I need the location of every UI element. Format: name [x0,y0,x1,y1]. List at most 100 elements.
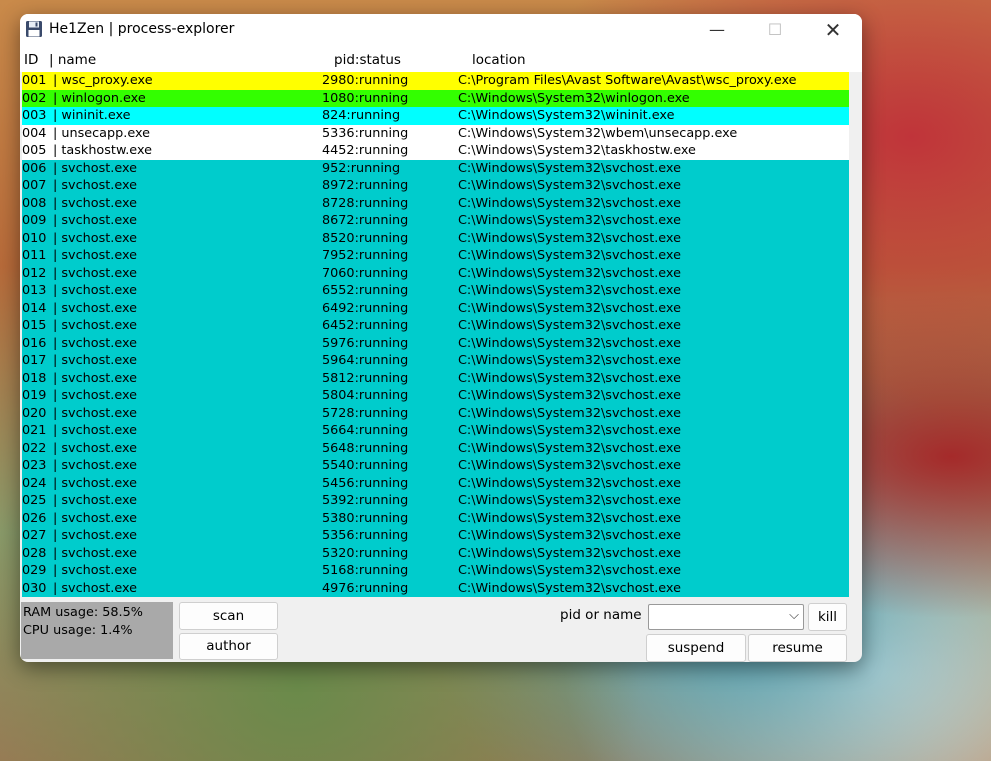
process-location: C:\Windows\System32\svchost.exe [458,563,681,578]
process-id: 017 [22,353,47,368]
process-id: 030 [22,580,47,596]
process-id: 028 [22,545,47,561]
process-row[interactable]: 029 | svchost.exe 5168:running C:\Windows\S… [22,562,849,580]
process-row[interactable]: 028 | svchost.exe 5320:running C:\Windows\S… [22,544,849,562]
process-id: 013 [22,283,47,298]
process-pid-status: 5976:running [322,335,409,351]
process-name: | svchost.exe [53,563,138,578]
process-name: | svchost.exe [53,230,138,246]
minimize-button[interactable]: — [688,14,746,46]
process-row[interactable]: 001 | wsc_proxy.exe 2980:running C:\Program… [22,72,849,90]
process-id: 027 [22,528,47,543]
process-row[interactable]: 012 | svchost.exe 7060:running C:\Windows\S… [22,264,849,282]
process-location: C:\Windows\System32\svchost.exe [458,493,681,508]
process-row[interactable]: 007 | svchost.exe 8972:running C:\Windows\S… [22,177,849,195]
column-pid-status-header: pid:status [334,52,401,68]
process-location: C:\Windows\System32\svchost.exe [458,510,681,526]
process-row[interactable]: 021 | svchost.exe 5664:running C:\Windows\S… [22,422,849,440]
title-bar[interactable]: He1Zen | process-explorer — ☐ ✕ [20,14,862,46]
process-row[interactable]: 024 | svchost.exe 5456:running C:\Windows\S… [22,474,849,492]
process-id: 025 [22,493,47,508]
process-row[interactable]: 005 | taskhostw.exe 4452:running C:\Windows… [22,142,849,160]
process-location: C:\Windows\System32\wbem\unsecapp.exe [458,125,738,141]
process-pid-status: 1080:running [322,90,409,106]
process-name: | svchost.exe [53,195,138,211]
process-id: 006 [22,160,47,176]
process-name: | svchost.exe [53,405,138,421]
process-row[interactable]: 004 | unsecapp.exe 5336:running C:\Windows\… [22,124,849,142]
process-row[interactable]: 026 | svchost.exe 5380:running C:\Windows\S… [22,509,849,527]
process-location: C:\Windows\System32\svchost.exe [458,388,681,403]
floppy-disk-icon [26,21,42,37]
process-location: C:\Windows\System32\svchost.exe [458,300,681,316]
process-id: 024 [22,475,47,491]
process-row[interactable]: 006 | svchost.exe 952:running C:\Windows\Sy… [22,159,849,177]
process-id: 010 [22,230,47,246]
process-pid-status: 5648:running [322,440,409,456]
process-pid-status: 6492:running [322,300,409,316]
process-row[interactable]: 002 | winlogon.exe 1080:running C:\Windows\… [22,89,849,107]
author-button[interactable]: author [179,633,278,660]
process-location: C:\Windows\System32\svchost.exe [458,370,681,386]
process-name: | svchost.exe [53,265,138,281]
close-button[interactable]: ✕ [804,14,862,46]
process-name: | svchost.exe [53,353,138,368]
process-id: 026 [22,510,47,526]
process-pid-status: 8520:running [322,230,409,246]
process-id: 005 [22,143,47,158]
process-id: 029 [22,563,47,578]
pid-or-name-combobox[interactable]: ⌵ [648,604,804,630]
process-list-scrollbar[interactable] [849,72,862,598]
process-pid-status: 5320:running [322,545,409,561]
kill-button[interactable]: kill [808,603,847,631]
column-id-header: ID [24,52,39,68]
process-name: | svchost.exe [53,248,138,263]
process-row[interactable]: 018 | svchost.exe 5812:running C:\Windows\S… [22,369,849,387]
process-row[interactable]: 009 | svchost.exe 8672:running C:\Windows\S… [22,212,849,230]
chevron-down-icon[interactable]: ⌵ [789,608,799,623]
process-id: 015 [22,318,47,333]
process-row[interactable]: 020 | svchost.exe 5728:running C:\Windows\S… [22,404,849,422]
process-id: 016 [22,335,47,351]
process-id: 020 [22,405,47,421]
ram-usage-text: RAM usage: 58.5% [23,605,143,620]
process-name: | svchost.exe [53,160,138,176]
process-name: | svchost.exe [53,528,138,543]
suspend-button[interactable]: suspend [646,634,746,662]
process-location: C:\Windows\System32\svchost.exe [458,440,681,456]
process-row[interactable]: 008 | svchost.exe 8728:running C:\Windows\S… [22,194,849,212]
scan-button[interactable]: scan [179,602,278,630]
process-name: | svchost.exe [53,423,138,438]
maximize-button[interactable]: ☐ [746,14,804,46]
resume-button[interactable]: resume [748,634,847,662]
process-pid-status: 5812:running [322,370,409,386]
process-row[interactable]: 011 | svchost.exe 7952:running C:\Windows\S… [22,247,849,265]
process-row[interactable]: 010 | svchost.exe 8520:running C:\Windows\S… [22,229,849,247]
process-row[interactable]: 013 | svchost.exe 6552:running C:\Windows\S… [22,282,849,300]
process-location: C:\Windows\System32\svchost.exe [458,405,681,421]
process-row[interactable]: 003 | wininit.exe 824:running C:\Windows\Sy… [22,107,849,125]
process-name: | svchost.exe [53,283,138,298]
process-location: C:\Windows\System32\svchost.exe [458,318,681,333]
process-location: C:\Windows\System32\svchost.exe [458,283,681,298]
process-pid-status: 4452:running [322,143,409,158]
process-row[interactable]: 015 | svchost.exe 6452:running C:\Windows\S… [22,317,849,335]
process-row[interactable]: 030 | svchost.exe 4976:running C:\Windows\S… [22,579,849,597]
process-row[interactable]: 022 | svchost.exe 5648:running C:\Windows\S… [22,439,849,457]
process-row[interactable]: 014 | svchost.exe 6492:running C:\Windows\S… [22,299,849,317]
process-name: | svchost.exe [53,580,138,596]
process-location: C:\Windows\System32\svchost.exe [458,213,681,228]
process-id: 023 [22,458,47,473]
process-row[interactable]: 016 | svchost.exe 5976:running C:\Windows\S… [22,334,849,352]
process-row[interactable]: 019 | svchost.exe 5804:running C:\Windows\S… [22,387,849,405]
process-row[interactable]: 017 | svchost.exe 5964:running C:\Windows\S… [22,352,849,370]
process-row[interactable]: 025 | svchost.exe 5392:running C:\Windows\S… [22,492,849,510]
process-pid-status: 5380:running [322,510,409,526]
process-location: C:\Windows\System32\svchost.exe [458,195,681,211]
process-pid-status: 7952:running [322,248,409,263]
process-location: C:\Windows\System32\winlogon.exe [458,90,690,106]
process-pid-status: 5728:running [322,405,409,421]
process-list[interactable]: 001 | wsc_proxy.exe 2980:running C:\Program… [22,72,849,598]
process-row[interactable]: 027 | svchost.exe 5356:running C:\Windows\S… [22,527,849,545]
process-row[interactable]: 023 | svchost.exe 5540:running C:\Windows\S… [22,457,849,475]
